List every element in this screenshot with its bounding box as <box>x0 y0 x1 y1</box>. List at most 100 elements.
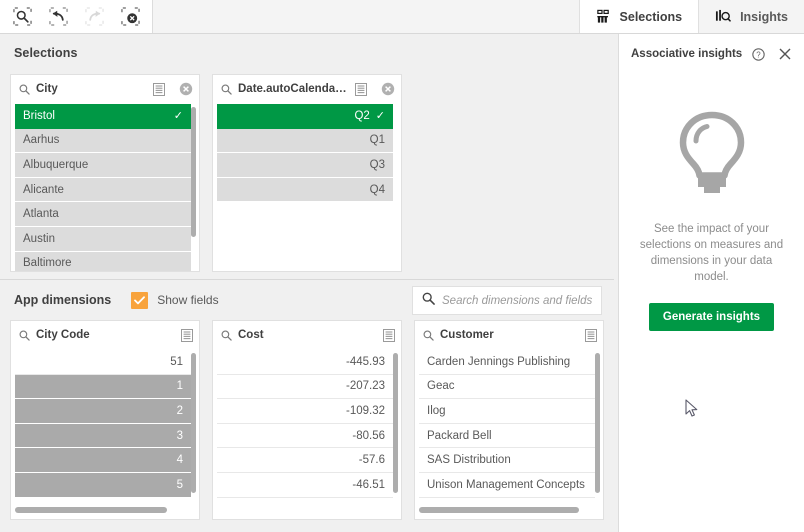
listbox-row[interactable]: Unison Management Concepts <box>419 473 595 498</box>
listbox-row[interactable]: Atlanta <box>15 202 191 227</box>
clear-field-selection-icon[interactable] <box>179 82 193 96</box>
associative-insights-panel: Associative insights ? See the impact of… <box>618 34 804 532</box>
listbox-header: Date.autoCalendar.... <box>213 75 401 104</box>
current-selections-panel: Selections City Bristol✓Aarhus Albuquerqu… <box>0 34 614 280</box>
app-dimensions-title: App dimensions <box>14 293 111 307</box>
listbox-menu-icon[interactable] <box>181 329 193 342</box>
lightbulb-icon <box>673 110 751 201</box>
listbox-field-name: Date.autoCalendar.... <box>238 83 349 95</box>
listbox-city-code: City Code 5112345 <box>10 320 200 520</box>
listbox-rows: Carden Jennings PublishingGeac Ilog Packar… <box>415 350 603 519</box>
listbox-field-name: Cost <box>238 329 377 341</box>
search-icon[interactable] <box>221 84 232 95</box>
horizontal-scrollbar[interactable] <box>15 507 167 513</box>
tab-insights-label: Insights <box>740 10 788 24</box>
listbox-row[interactable]: -80.56 <box>217 424 393 449</box>
listbox-row-value: Q3 <box>370 159 385 171</box>
listbox-row-value: Albuquerque <box>23 159 88 171</box>
listbox-row[interactable]: -445.93 <box>217 350 393 375</box>
listbox-row[interactable]: Carden Jennings Publishing <box>419 350 595 375</box>
listbox-rows: Q2✓ Q1 Q3 Q4 <box>213 104 401 271</box>
show-fields-toggle[interactable]: Show fields <box>131 292 218 309</box>
listbox-header: City <box>11 75 199 104</box>
listbox-row[interactable]: 4 <box>15 448 191 473</box>
listbox-row[interactable]: Packard Bell <box>419 424 595 449</box>
page-title: Selections <box>14 46 78 60</box>
close-icon[interactable] <box>778 47 792 61</box>
selection-tools-group <box>0 0 153 33</box>
listbox-row[interactable]: -207.23 <box>217 375 393 400</box>
listbox-rows: Bristol✓Aarhus Albuquerque AlicanteAtlanta… <box>11 104 199 271</box>
help-icon[interactable]: ? <box>752 48 765 61</box>
listbox-row[interactable]: -109.32 <box>217 399 393 424</box>
listbox-row[interactable]: Baltimore <box>15 252 191 271</box>
listbox-row-value: Unison Management Concepts <box>427 479 585 491</box>
listbox-row[interactable]: Q3 <box>217 153 393 178</box>
listbox-row[interactable]: 1 <box>15 375 191 400</box>
listbox-row[interactable]: Q1 <box>217 129 393 154</box>
search-icon[interactable] <box>221 330 232 341</box>
checkbox-icon[interactable] <box>131 292 148 309</box>
listbox-row[interactable]: Aarhus <box>15 129 191 154</box>
step-back-button[interactable] <box>40 0 76 33</box>
listbox-row-value: Q1 <box>370 134 385 146</box>
vertical-scrollbar[interactable] <box>191 107 196 237</box>
listbox-menu-icon[interactable] <box>383 329 395 342</box>
listbox-row[interactable]: Bristol✓ <box>15 104 191 129</box>
listbox-header: Customer <box>415 321 603 350</box>
clear-all-selections-button[interactable] <box>112 0 148 33</box>
top-toolbar: Selections Insights <box>0 0 804 34</box>
listbox-row[interactable]: -57.6 <box>217 448 393 473</box>
search-icon[interactable] <box>423 330 434 341</box>
listbox-row[interactable]: Albuquerque <box>15 153 191 178</box>
listbox-row[interactable]: SAS Distribution <box>419 448 595 473</box>
listbox-row-value: -46.51 <box>352 479 385 491</box>
listbox-row[interactable]: Austin <box>15 227 191 252</box>
tab-selections[interactable]: Selections <box>579 0 699 33</box>
clear-selections-icon <box>121 7 140 26</box>
listbox-field-name: City <box>36 83 147 95</box>
horizontal-scrollbar[interactable] <box>419 507 579 513</box>
listbox-row[interactable]: Q4 <box>217 178 393 203</box>
listbox-row[interactable]: 51 <box>15 350 191 375</box>
selection-search-button[interactable] <box>4 0 40 33</box>
vertical-scrollbar[interactable] <box>191 353 196 493</box>
clear-field-selection-icon[interactable] <box>381 82 395 96</box>
selections-header: Selections <box>0 34 614 72</box>
vertical-scrollbar[interactable] <box>595 353 600 493</box>
vertical-scrollbar[interactable] <box>393 353 398 493</box>
generate-insights-button[interactable]: Generate insights <box>649 303 774 331</box>
insights-body: See the impact of your selections on mea… <box>619 74 804 331</box>
listbox-customer: Customer Carden Jennings PublishingGeac I… <box>414 320 604 520</box>
listbox-row-value: Ilog <box>427 405 446 417</box>
dimension-search-box[interactable] <box>412 286 602 315</box>
listbox-menu-icon[interactable] <box>153 83 165 96</box>
listbox-row-value: 4 <box>177 454 183 466</box>
app-dimensions-header: App dimensions Show fields <box>0 280 614 320</box>
tab-selections-label: Selections <box>620 10 683 24</box>
listbox-row[interactable]: Q2✓ <box>217 104 393 129</box>
tab-insights[interactable]: Insights <box>698 0 804 33</box>
listbox-row[interactable]: Geac <box>419 375 595 400</box>
search-in-box-icon <box>13 7 32 26</box>
listbox-menu-icon[interactable] <box>585 329 597 342</box>
listbox-row-value: 51 <box>170 356 183 368</box>
listbox-row[interactable]: Ilog <box>419 399 595 424</box>
listbox-row[interactable]: Alicante <box>15 178 191 203</box>
listbox-row-value: SAS Distribution <box>427 454 511 466</box>
search-icon[interactable] <box>19 84 30 95</box>
insights-header: Associative insights ? <box>619 34 804 74</box>
listbox-menu-icon[interactable] <box>355 83 367 96</box>
search-input[interactable] <box>442 295 598 307</box>
listbox-row[interactable]: 2 <box>15 399 191 424</box>
selections-listbox-row: City Bristol✓Aarhus Albuquerque AlicanteAt… <box>10 74 402 272</box>
search-icon <box>422 292 435 310</box>
listbox-row-value: -207.23 <box>346 380 385 392</box>
listbox-row[interactable]: -46.51 <box>217 473 393 498</box>
listbox-rows: -445.93 -207.23 -109.32-80.56-57.6 -46.51 <box>213 350 401 519</box>
app-dimensions-panel: App dimensions Show fields City Code <box>0 280 614 532</box>
selections-region: Selections City Bristol✓Aarhus Albuquerqu… <box>0 34 614 532</box>
search-icon[interactable] <box>19 330 30 341</box>
listbox-row[interactable]: 3 <box>15 424 191 449</box>
listbox-row[interactable]: 5 <box>15 473 191 498</box>
